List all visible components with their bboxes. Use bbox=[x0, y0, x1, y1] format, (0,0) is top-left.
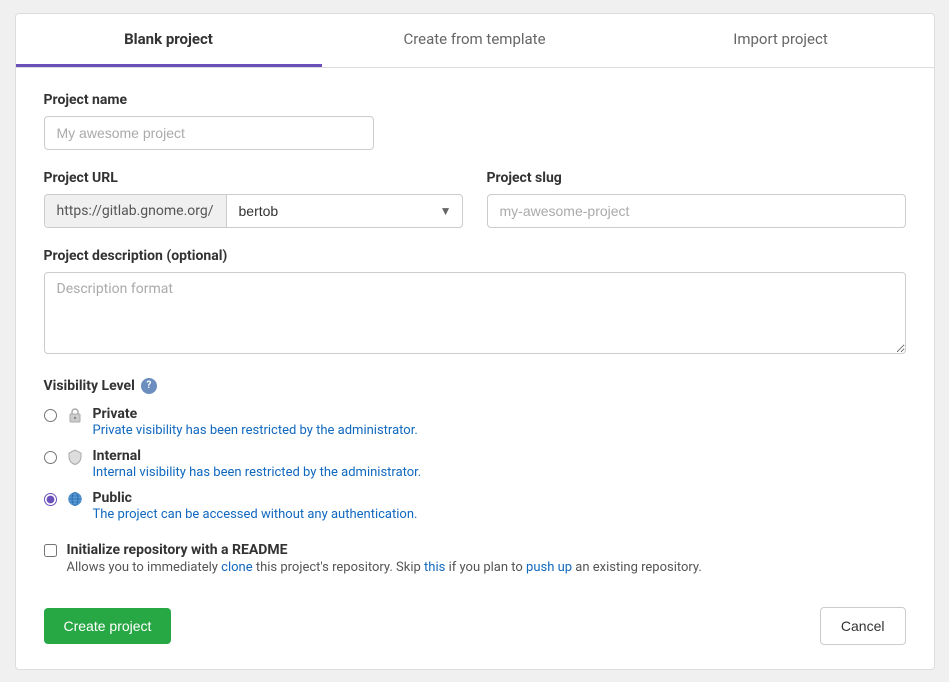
init-readme-label: Initialize repository with a README bbox=[67, 542, 288, 558]
globe-icon bbox=[67, 491, 83, 507]
tab-import-project[interactable]: Import project bbox=[628, 14, 934, 67]
cancel-button[interactable]: Cancel bbox=[820, 607, 906, 645]
visibility-public-label: Public bbox=[93, 490, 418, 506]
visibility-private-desc: Private visibility has been restricted b… bbox=[93, 423, 418, 438]
tab-create-from-template[interactable]: Create from template bbox=[322, 14, 628, 67]
init-readme-content: Initialize repository with a README Allo… bbox=[67, 542, 702, 575]
visibility-title: Visibility Level ? bbox=[44, 378, 906, 394]
init-readme-checkbox[interactable] bbox=[44, 544, 57, 557]
clone-link[interactable]: clone bbox=[221, 560, 252, 575]
visibility-internal-label: Internal bbox=[93, 448, 422, 464]
visibility-private-item: Private Private visibility has been rest… bbox=[44, 406, 906, 438]
footer-buttons: Create project Cancel bbox=[44, 599, 906, 645]
project-name-group: Project name bbox=[44, 92, 906, 150]
url-prefix: https://gitlab.gnome.org/ bbox=[45, 195, 227, 227]
visibility-public-item: Public The project can be accessed witho… bbox=[44, 490, 906, 522]
visibility-internal-desc: Internal visibility has been restricted … bbox=[93, 465, 422, 480]
project-slug-input[interactable] bbox=[487, 194, 906, 228]
tab-bar: Blank project Create from template Impor… bbox=[16, 14, 934, 68]
project-slug-label: Project slug bbox=[487, 170, 906, 186]
shield-icon bbox=[67, 449, 83, 465]
description-label: Project description (optional) bbox=[44, 248, 906, 264]
visibility-radio-group: Private Private visibility has been rest… bbox=[44, 406, 906, 522]
visibility-private-content: Private Private visibility has been rest… bbox=[93, 406, 418, 438]
push-link[interactable]: push up bbox=[526, 560, 572, 575]
visibility-public-radio[interactable] bbox=[44, 493, 57, 506]
project-url-label: Project URL bbox=[44, 170, 463, 186]
url-slug-row: Project URL https://gitlab.gnome.org/ be… bbox=[44, 170, 906, 228]
description-textarea[interactable] bbox=[44, 272, 906, 354]
visibility-help-icon[interactable]: ? bbox=[141, 378, 157, 394]
project-slug-group: Project slug bbox=[487, 170, 906, 228]
visibility-private-label: Private bbox=[93, 406, 418, 422]
skip-link[interactable]: this bbox=[424, 560, 445, 575]
project-url-group: Project URL https://gitlab.gnome.org/ be… bbox=[44, 170, 463, 228]
lock-icon bbox=[67, 407, 83, 423]
visibility-group: Visibility Level ? Private Private visib… bbox=[44, 378, 906, 522]
project-name-label: Project name bbox=[44, 92, 906, 108]
visibility-private-radio[interactable] bbox=[44, 409, 57, 422]
form-content: Project name Project URL https://gitlab.… bbox=[16, 68, 934, 669]
visibility-internal-radio[interactable] bbox=[44, 451, 57, 464]
tab-blank-project[interactable]: Blank project bbox=[16, 14, 322, 67]
init-readme-group: Initialize repository with a README Allo… bbox=[44, 542, 906, 575]
namespace-select[interactable]: bertob bbox=[227, 195, 462, 227]
visibility-public-desc: The project can be accessed without any … bbox=[93, 507, 418, 522]
visibility-internal-content: Internal Internal visibility has been re… bbox=[93, 448, 422, 480]
init-readme-desc: Allows you to immediately clone this pro… bbox=[67, 560, 702, 575]
create-project-dialog: Blank project Create from template Impor… bbox=[15, 13, 935, 670]
project-name-input[interactable] bbox=[44, 116, 374, 150]
url-field-group: https://gitlab.gnome.org/ bertob ▼ bbox=[44, 194, 463, 228]
visibility-public-content: Public The project can be accessed witho… bbox=[93, 490, 418, 522]
create-project-button[interactable]: Create project bbox=[44, 608, 172, 644]
namespace-select-wrapper: bertob ▼ bbox=[227, 195, 462, 227]
visibility-internal-item: Internal Internal visibility has been re… bbox=[44, 448, 906, 480]
description-group: Project description (optional) bbox=[44, 248, 906, 358]
